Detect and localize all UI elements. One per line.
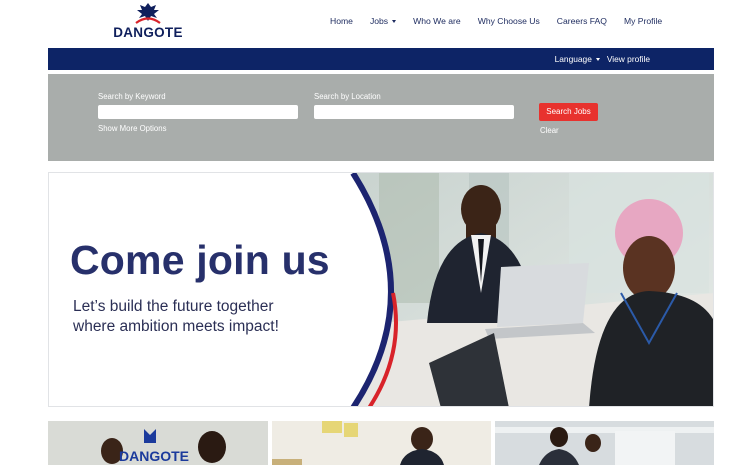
office-photo-icon [272,421,491,465]
utility-bar: Language View profile [48,48,714,70]
hero-subtitle-line-1: Let’s build the future together [73,298,274,315]
team-photo-logo-icon: DANGOTE [48,421,268,465]
chevron-down-icon [595,58,600,62]
thumbnail-meeting-photo[interactable] [495,421,714,465]
job-search-panel: Search by Keyword Show More Options Sear… [48,74,714,161]
location-search-input[interactable] [314,105,514,119]
thumbnail-team-photo[interactable]: DANGOTE [48,421,268,465]
hero-title: Come join us [70,237,330,283]
hero-banner[interactable]: Come join us Let’s build the future toge… [48,172,714,407]
view-profile-link[interactable]: View profile [607,54,650,64]
hero-office-photo [49,173,713,406]
eagle-emblem-icon [135,3,161,24]
nav-home[interactable]: Home [330,16,353,26]
nav-why-choose-us[interactable]: Why Choose Us [478,16,540,26]
nav-who-we-are[interactable]: Who We are [413,16,461,26]
svg-text:DANGOTE: DANGOTE [119,448,189,464]
show-more-options-link[interactable]: Show More Options [98,124,166,133]
logo-wordmark: DANGOTE [113,25,183,40]
keyword-search-input[interactable] [98,105,298,119]
hero-subtitle: Let’s build the future together where am… [73,297,279,337]
keyword-label: Search by Keyword [98,92,166,101]
main-navigation: Home Jobs Who We are Why Choose Us Caree… [330,16,679,26]
thumbnail-office-photo[interactable] [272,421,491,465]
search-jobs-button[interactable]: Search Jobs [539,103,598,121]
location-label: Search by Location [314,92,381,101]
nav-jobs-label: Jobs [369,16,389,26]
meeting-photo-icon [495,421,714,465]
language-menu[interactable]: Language [555,54,600,64]
dangote-logo[interactable]: DANGOTE [110,2,186,40]
nav-jobs[interactable]: Jobs [369,16,397,26]
nav-my-profile[interactable]: My Profile [624,16,662,26]
nav-careers-faq[interactable]: Careers FAQ [557,16,607,26]
chevron-down-icon [392,20,397,24]
hero-subtitle-line-2: where ambition meets impact! [73,318,279,335]
language-label: Language [554,54,592,64]
clear-link[interactable]: Clear [540,126,559,135]
